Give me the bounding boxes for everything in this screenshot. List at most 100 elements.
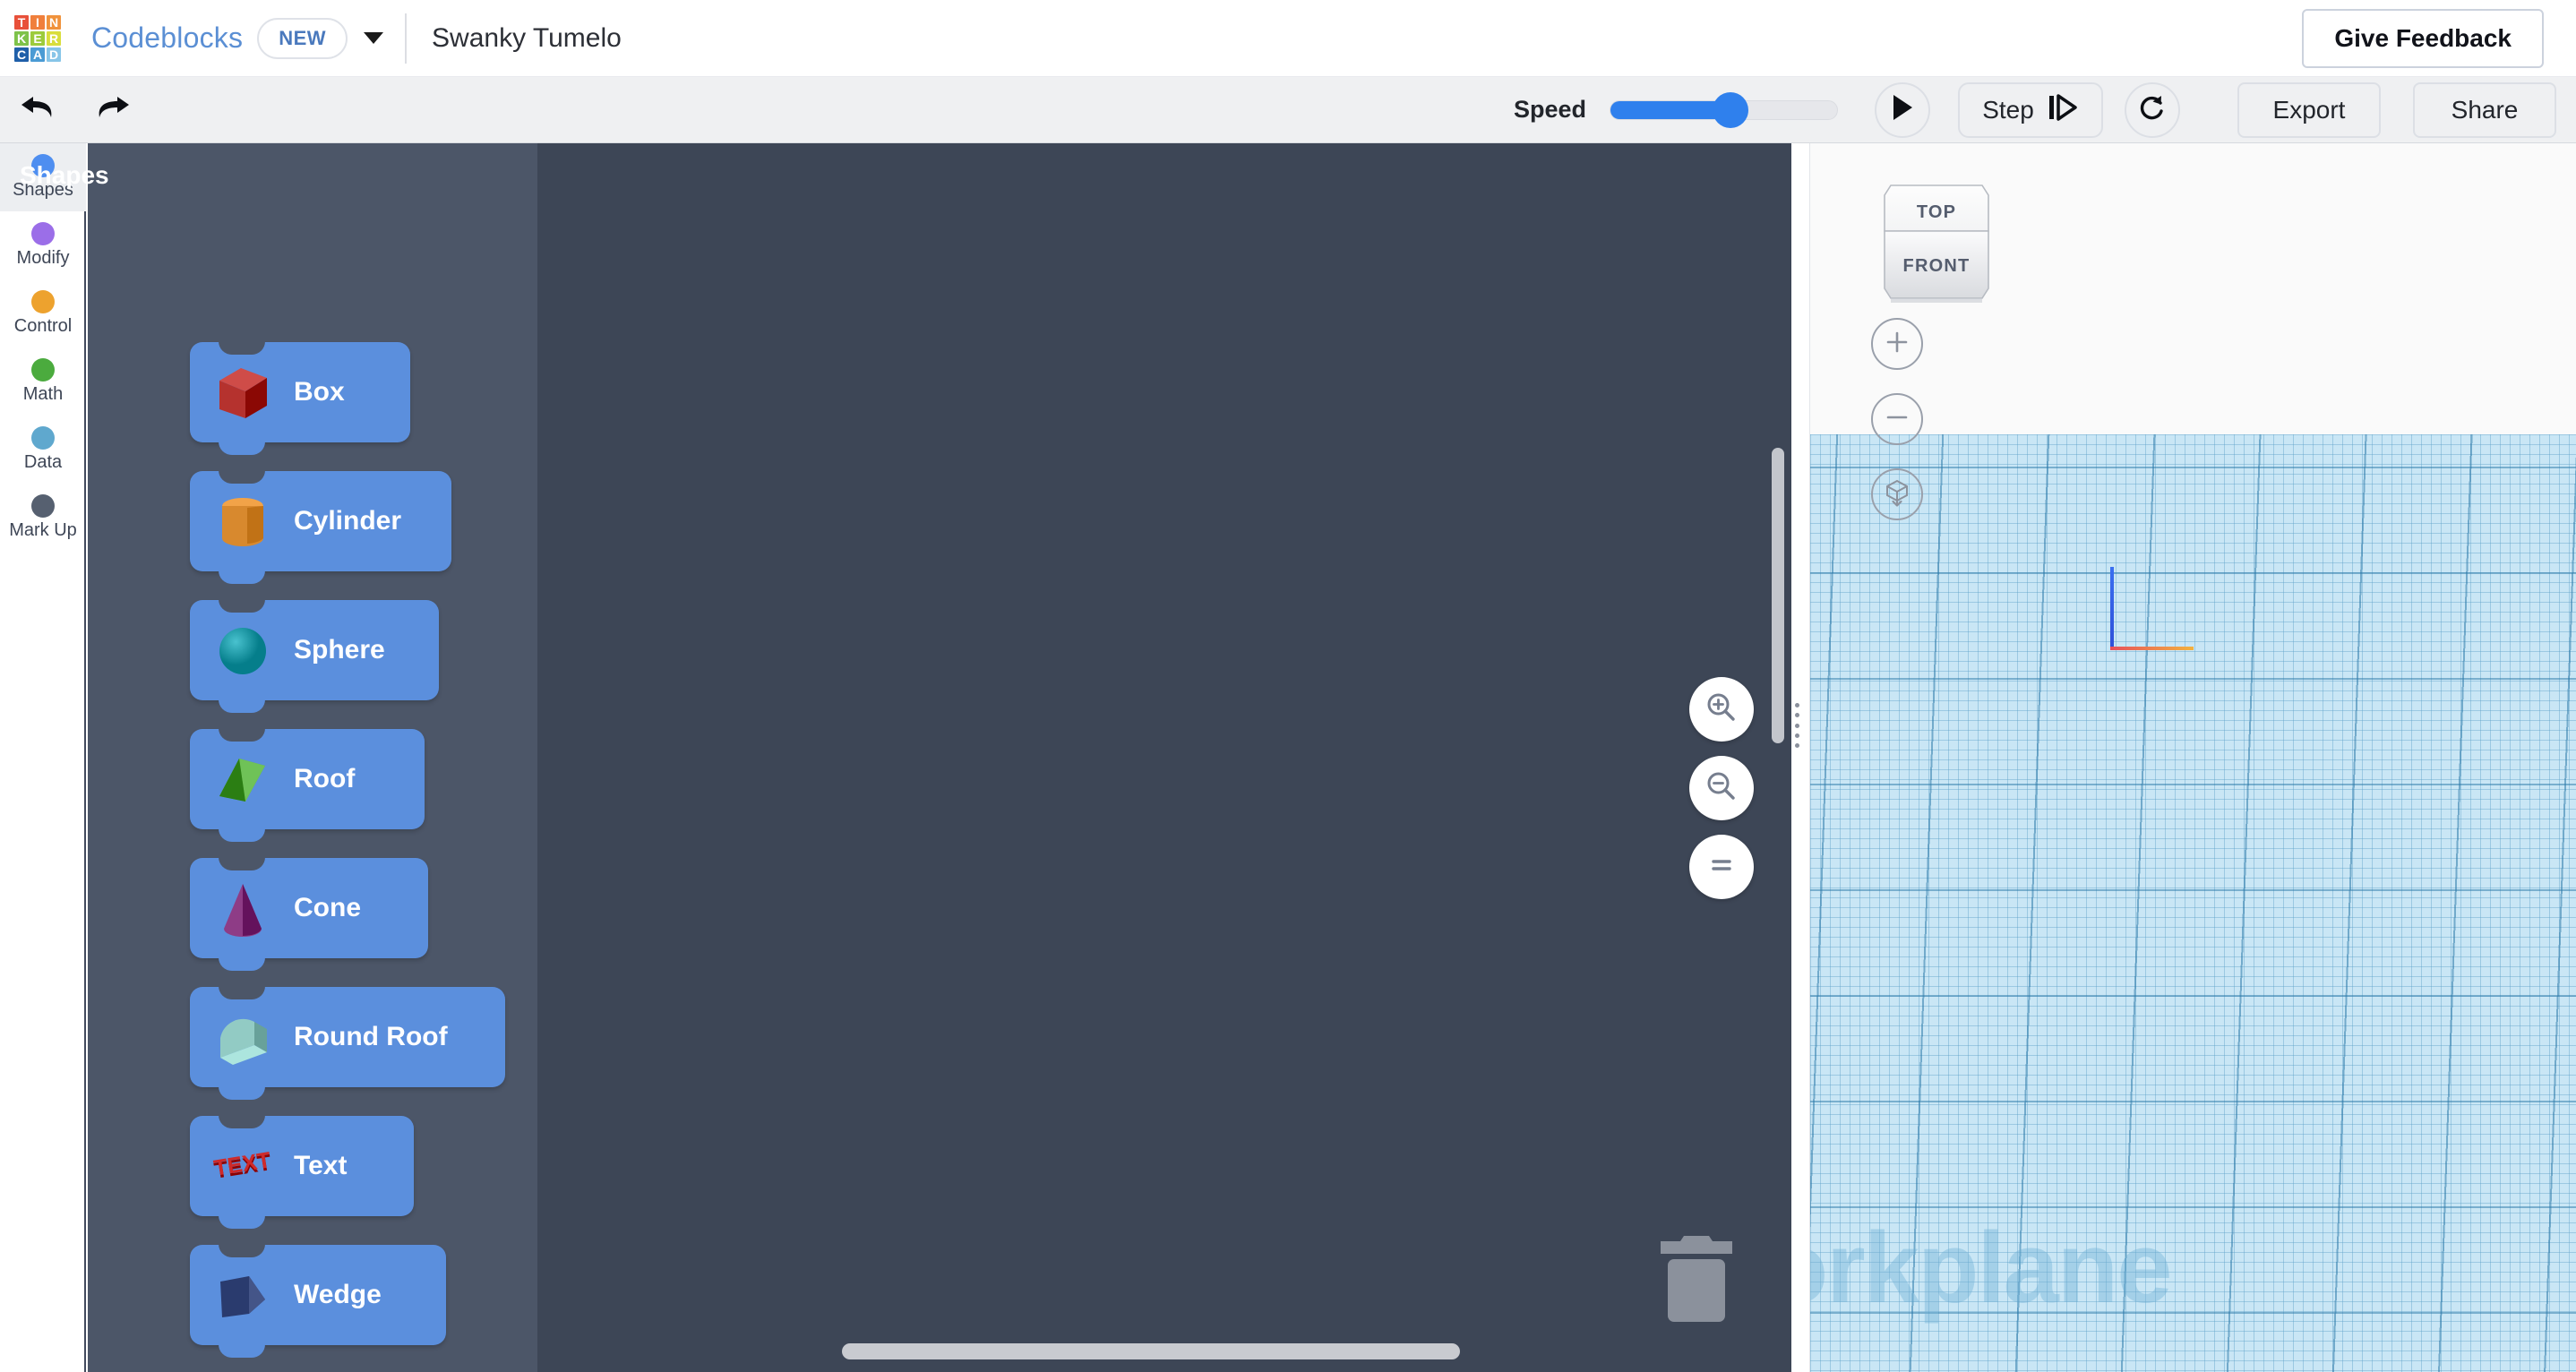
new-badge: NEW (257, 18, 348, 59)
workplane-grid[interactable]: Workplane (1810, 434, 2576, 1372)
logo-tile-r: R (47, 31, 61, 46)
step-button-label: Step (1982, 96, 2034, 124)
brand-title[interactable]: Codeblocks (91, 21, 243, 55)
magnifier-minus-icon (1704, 769, 1739, 808)
shape-block-list: Box Cylinder Sphere Roof Cone Round Roof… (88, 342, 537, 1372)
canvas-vertical-scrollbar[interactable] (1772, 448, 1784, 743)
code-canvas[interactable] (537, 143, 1791, 1372)
palette-scrollbar-track[interactable] (518, 152, 529, 1352)
workplane-major-gridlines (1810, 434, 2576, 1372)
shape-block-wedge[interactable]: Wedge (190, 1245, 446, 1345)
sphere-thumb-icon (204, 612, 281, 689)
restart-rotate-icon (2137, 92, 2168, 127)
speed-slider[interactable] (1610, 100, 1838, 120)
axis-x-line (2110, 647, 2194, 650)
canvas-zoom-out-button[interactable] (1689, 756, 1754, 820)
trash-can-icon (1653, 1232, 1739, 1330)
axis-z-line (2110, 567, 2114, 650)
sidebar-item-control[interactable]: Control (0, 279, 86, 347)
canvas-zoom-in-button[interactable] (1689, 677, 1754, 742)
viewer-zoom-out-button[interactable] (1871, 393, 1923, 445)
category-dot-icon (31, 358, 55, 382)
round-roof-thumb-icon (204, 999, 281, 1076)
shape-block-label: Round Roof (294, 1022, 448, 1052)
drag-dots-icon (1795, 703, 1799, 707)
shape-block-label: Text (294, 1151, 347, 1181)
tinkercad-logo[interactable]: TIN KER CAD (14, 15, 61, 62)
step-button[interactable]: Step (1958, 82, 2103, 138)
sidebar-item-math[interactable]: Math (0, 347, 86, 416)
cone-thumb-icon (204, 870, 281, 947)
panel-drag-handle[interactable] (1791, 703, 1802, 748)
sidebar-item-label: Data (24, 452, 62, 473)
speed-slider-thumb[interactable] (1713, 92, 1748, 128)
drag-dots-icon (1795, 724, 1799, 728)
speed-label: Speed (1514, 96, 1586, 124)
logo-tile-c: C (14, 47, 29, 62)
app-toolbar: Speed Step Export Share (0, 77, 2576, 143)
sidebar-item-label: Math (23, 384, 63, 405)
sidebar-item-data[interactable]: Data (0, 416, 86, 484)
logo-tile-a: A (30, 47, 45, 62)
drag-dots-icon (1795, 733, 1799, 738)
canvas-horizontal-scrollbar[interactable] (842, 1343, 1460, 1359)
delete-trash-button[interactable] (1643, 1227, 1750, 1334)
redo-arrow-icon (90, 90, 132, 130)
shape-block-label: Box (294, 377, 345, 407)
logo-tile-k: K (14, 31, 29, 46)
view-cube[interactable]: TOP FRONT (1871, 170, 2002, 322)
logo-tile-t: T (14, 15, 29, 30)
logo-tile-e: E (30, 31, 45, 46)
drag-dots-icon (1795, 743, 1799, 748)
document-title[interactable]: Swanky Tumelo (432, 23, 622, 54)
category-dot-icon (31, 494, 55, 518)
text-thumb-icon: TEXT TEXT (204, 1128, 281, 1205)
sidebar-item-modify[interactable]: Modify (0, 211, 86, 279)
shape-block-label: Cone (294, 893, 361, 923)
preview-viewer[interactable]: Workplane TOP FRONT (1809, 143, 2576, 1372)
give-feedback-button[interactable]: Give Feedback (2302, 9, 2544, 68)
shape-block-label: Cylinder (294, 506, 401, 536)
viewer-fit-view-button[interactable] (1871, 468, 1923, 520)
roof-thumb-icon (204, 741, 281, 818)
shape-block-cylinder[interactable]: Cylinder (190, 471, 451, 571)
shape-block-label: Roof (294, 764, 355, 794)
shape-block-sphere[interactable]: Sphere (190, 600, 439, 700)
shape-block-round-roof[interactable]: Round Roof (190, 987, 505, 1087)
magnifier-plus-icon (1704, 690, 1739, 729)
drag-dots-icon (1795, 713, 1799, 717)
category-sidebar: ShapesModifyControlMathDataMark Up (0, 143, 86, 1372)
shape-block-roof[interactable]: Roof (190, 729, 425, 829)
category-dot-icon (31, 426, 55, 450)
box-thumb-icon (204, 354, 281, 431)
speed-control-group: Speed (1514, 96, 1838, 124)
shape-block-cone[interactable]: Cone (190, 858, 428, 958)
undo-button[interactable] (14, 85, 64, 135)
play-triangle-icon (1889, 92, 1916, 127)
play-button[interactable] (1875, 82, 1930, 138)
logo-tile-n: N (47, 15, 61, 30)
sidebar-item-label: Mark Up (9, 520, 77, 541)
canvas-zoom-reset-button[interactable] (1689, 835, 1754, 899)
category-dot-icon (31, 290, 55, 313)
app-header: TIN KER CAD Codeblocks NEW Swanky Tumelo G… (0, 0, 2576, 77)
shape-block-box[interactable]: Box (190, 342, 410, 442)
redo-button[interactable] (86, 85, 136, 135)
fit-to-view-cube-icon (1882, 477, 1912, 512)
shapes-palette-panel: Box Cylinder Sphere Roof Cone Round Roof… (88, 143, 537, 1372)
logo-tile-d: D (47, 47, 61, 62)
plus-icon (1884, 329, 1911, 360)
category-dot-icon (31, 222, 55, 245)
logo-tile-i: I (30, 15, 45, 30)
shape-block-label: Wedge (294, 1280, 382, 1310)
shape-block-text[interactable]: TEXT TEXT Text (190, 1116, 414, 1216)
sidebar-item-mark-up[interactable]: Mark Up (0, 484, 86, 552)
sidebar-item-label: Control (14, 316, 72, 337)
step-forward-icon (2047, 92, 2079, 127)
export-button[interactable]: Export (2237, 82, 2381, 138)
share-button[interactable]: Share (2413, 82, 2556, 138)
restart-button[interactable] (2125, 82, 2180, 138)
wedge-thumb-icon (204, 1256, 281, 1333)
viewer-zoom-in-button[interactable] (1871, 318, 1923, 370)
chevron-down-icon[interactable] (364, 32, 383, 44)
